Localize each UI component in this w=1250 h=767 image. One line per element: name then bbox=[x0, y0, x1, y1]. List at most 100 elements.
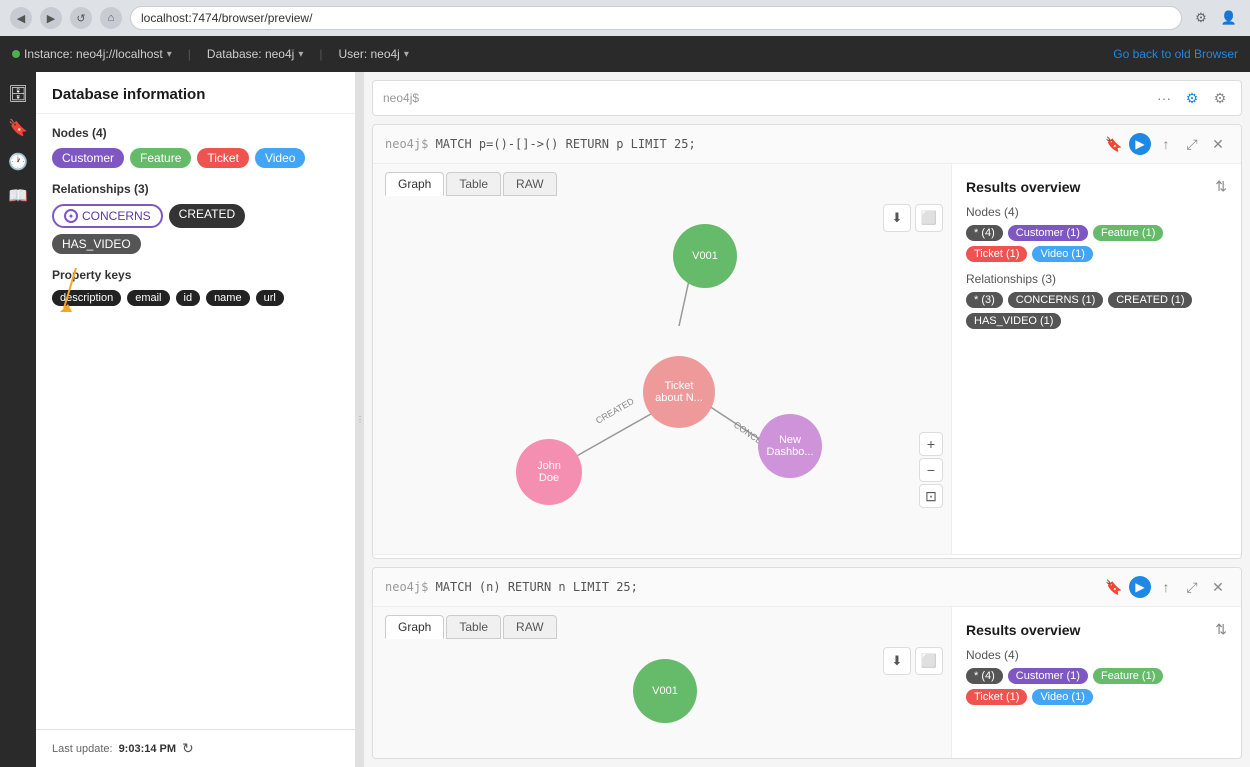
ro-ticket-tag-2[interactable]: Ticket (1) bbox=[966, 689, 1027, 705]
query-settings-btn[interactable]: ⚙ bbox=[1181, 87, 1203, 109]
panel-resize-handle[interactable]: ⋮ bbox=[356, 72, 364, 767]
bookmark-result-btn[interactable]: 🔖 bbox=[1103, 133, 1125, 155]
left-panel: Database information Nodes (4) Customer … bbox=[36, 72, 356, 767]
query-more-btn[interactable]: ··· bbox=[1153, 87, 1175, 109]
download-graph-btn-2[interactable]: ⬇ bbox=[883, 647, 911, 675]
relationships-overview-label-1: Relationships (3) bbox=[966, 272, 1227, 286]
ro-feature-tag-1[interactable]: Feature (1) bbox=[1093, 225, 1163, 241]
graph-tabs-2: Graph Table RAW bbox=[373, 607, 951, 639]
screenshot-graph-btn-2[interactable]: ⬜ bbox=[915, 647, 943, 675]
ro-video-tag-1[interactable]: Video (1) bbox=[1032, 246, 1092, 262]
nodes-overview-label-2: Nodes (4) bbox=[966, 648, 1227, 662]
ro-ticket-tag-1[interactable]: Ticket (1) bbox=[966, 246, 1027, 262]
prop-tag-name[interactable]: name bbox=[206, 290, 250, 306]
result-body-2: Graph Table RAW V001 ⬇ ⬜ R bbox=[373, 607, 1241, 759]
zoom-fit-btn-1[interactable]: ⊡ bbox=[919, 484, 943, 508]
screenshot-graph-btn[interactable]: ⬜ bbox=[915, 204, 943, 232]
result-query-1: neo4j$ MATCH p=()-[]->() RETURN p LIMIT … bbox=[385, 137, 1095, 151]
prop-tag-url[interactable]: url bbox=[256, 290, 284, 306]
close-result-btn-2[interactable]: ✕ bbox=[1207, 576, 1229, 598]
close-result-btn[interactable]: ✕ bbox=[1207, 133, 1229, 155]
tab-table-2[interactable]: Table bbox=[446, 615, 501, 639]
node-tag-ticket[interactable]: Ticket bbox=[197, 148, 249, 168]
ro-all-tag-1[interactable]: * (4) bbox=[966, 225, 1003, 241]
nav-home-button[interactable]: ⌂ bbox=[100, 7, 122, 29]
node-tag-video[interactable]: Video bbox=[255, 148, 305, 168]
rel-tag-has-video[interactable]: HAS_VIDEO bbox=[52, 234, 141, 254]
nav-reload-button[interactable]: ↺ bbox=[70, 7, 92, 29]
refresh-button[interactable]: ↻ bbox=[182, 740, 194, 757]
sort-results-btn-1[interactable]: ⇅ bbox=[1215, 178, 1227, 195]
query-gear-btn[interactable]: ⚙ bbox=[1209, 87, 1231, 109]
graph-node-video-1[interactable]: V001 bbox=[673, 224, 737, 288]
profile-icon[interactable]: 👤 bbox=[1218, 7, 1240, 29]
nodes-overview-tags-1: * (4) Customer (1) Feature (1) Ticket (1… bbox=[966, 225, 1227, 262]
ro-feature-tag-2[interactable]: Feature (1) bbox=[1093, 668, 1163, 684]
ro-has-video-tag-1[interactable]: HAS_VIDEO (1) bbox=[966, 313, 1061, 329]
node-tag-feature[interactable]: Feature bbox=[130, 148, 191, 168]
graph-panel-2: Graph Table RAW V001 ⬇ ⬜ bbox=[373, 607, 951, 759]
nodes-overview-label-1: Nodes (4) bbox=[966, 205, 1227, 219]
run-result-btn-2[interactable]: ▶ bbox=[1129, 576, 1151, 598]
database-icon-btn[interactable]: 🗄 bbox=[4, 80, 32, 108]
prop-tag-id[interactable]: id bbox=[176, 290, 201, 306]
result-header-1: neo4j$ MATCH p=()-[]->() RETURN p LIMIT … bbox=[373, 125, 1241, 164]
rel-tag-created[interactable]: CREATED bbox=[169, 204, 245, 228]
zoom-in-btn-1[interactable]: + bbox=[919, 432, 943, 456]
icon-sidebar: 🗄 🔖 🕐 📖 bbox=[0, 72, 36, 767]
graph-edges-svg-1: HAS_VIDEO CREATED CONCERNS bbox=[373, 196, 951, 516]
expand-result-btn[interactable]: ↑ bbox=[1155, 133, 1177, 155]
result-header-icons-2: 🔖 ▶ ↑ ⤢ ✕ bbox=[1103, 576, 1229, 598]
graph-node-video-2[interactable]: V001 bbox=[633, 659, 697, 723]
graph-actions-1: ⬇ ⬜ bbox=[883, 204, 943, 232]
address-bar[interactable]: localhost:7474/browser/preview/ bbox=[130, 6, 1182, 30]
nav-forward-button[interactable]: ▶ bbox=[40, 7, 62, 29]
graph-node-customer-1[interactable]: JohnDoe bbox=[516, 439, 582, 505]
rel-tag-concerns[interactable]: ✦ CONCERNS bbox=[52, 204, 163, 228]
left-panel-footer: Last update: 9:03:14 PM ↻ bbox=[36, 729, 355, 767]
history-icon-btn[interactable]: 🕐 bbox=[4, 148, 32, 176]
tab-raw-1[interactable]: RAW bbox=[503, 172, 557, 196]
user-info[interactable]: User: neo4j ▾ bbox=[338, 47, 408, 61]
query-input-bar: neo4j$ ··· ⚙ ⚙ bbox=[372, 80, 1242, 116]
nav-back-button[interactable]: ◀ bbox=[10, 7, 32, 29]
ro-customer-tag-2[interactable]: Customer (1) bbox=[1008, 668, 1088, 684]
fullscreen-result-btn-2[interactable]: ⤢ bbox=[1181, 576, 1203, 598]
graph-node-feature-1[interactable]: NewDashbo... bbox=[758, 414, 822, 478]
sort-results-btn-2[interactable]: ⇅ bbox=[1215, 621, 1227, 638]
node-tag-customer[interactable]: Customer bbox=[52, 148, 124, 168]
docs-icon-btn[interactable]: 📖 bbox=[4, 182, 32, 210]
result-header-2: neo4j$ MATCH (n) RETURN n LIMIT 25; 🔖 ▶ … bbox=[373, 568, 1241, 607]
ro-video-tag-2[interactable]: Video (1) bbox=[1032, 689, 1092, 705]
last-update-time: 9:03:14 PM bbox=[119, 743, 176, 755]
graph-canvas-2: V001 ⬇ ⬜ bbox=[373, 639, 951, 759]
instance-info[interactable]: Instance: neo4j://localhost ▾ bbox=[12, 47, 172, 61]
run-result-btn[interactable]: ▶ bbox=[1129, 133, 1151, 155]
ro-all-rel-tag-1[interactable]: * (3) bbox=[966, 292, 1003, 308]
result-block-1: neo4j$ MATCH p=()-[]->() RETURN p LIMIT … bbox=[372, 124, 1242, 559]
result-query-2: neo4j$ MATCH (n) RETURN n LIMIT 25; bbox=[385, 580, 1095, 594]
extensions-icon[interactable]: ⚙ bbox=[1190, 7, 1212, 29]
graph-canvas-1: HAS_VIDEO CREATED CONCERNS V001 Ticketab… bbox=[373, 196, 951, 516]
ro-concerns-tag-1[interactable]: CONCERNS (1) bbox=[1008, 292, 1103, 308]
download-graph-btn[interactable]: ⬇ bbox=[883, 204, 911, 232]
fullscreen-result-btn[interactable]: ⤢ bbox=[1181, 133, 1203, 155]
relationships-section-title: Relationships (3) bbox=[52, 182, 339, 196]
database-info[interactable]: Database: neo4j ▾ bbox=[207, 47, 303, 61]
ro-all-tag-2[interactable]: * (4) bbox=[966, 668, 1003, 684]
bookmark-result-btn-2[interactable]: 🔖 bbox=[1103, 576, 1125, 598]
bookmark-icon-btn[interactable]: 🔖 bbox=[4, 114, 32, 142]
query-input[interactable] bbox=[427, 91, 1145, 106]
tab-raw-2[interactable]: RAW bbox=[503, 615, 557, 639]
ro-customer-tag-1[interactable]: Customer (1) bbox=[1008, 225, 1088, 241]
tab-graph-2[interactable]: Graph bbox=[385, 615, 444, 639]
tab-table-1[interactable]: Table bbox=[446, 172, 501, 196]
graph-node-ticket-1[interactable]: Ticketabout N... bbox=[643, 356, 715, 428]
results-overview-title-2: Results overview ⇅ bbox=[966, 621, 1227, 638]
tab-graph-1[interactable]: Graph bbox=[385, 172, 444, 196]
expand-result-btn-2[interactable]: ↑ bbox=[1155, 576, 1177, 598]
go-back-link[interactable]: Go back to old Browser bbox=[1113, 47, 1238, 61]
prop-tag-email[interactable]: email bbox=[127, 290, 169, 306]
ro-created-tag-1[interactable]: CREATED (1) bbox=[1108, 292, 1192, 308]
zoom-out-btn-1[interactable]: − bbox=[919, 458, 943, 482]
